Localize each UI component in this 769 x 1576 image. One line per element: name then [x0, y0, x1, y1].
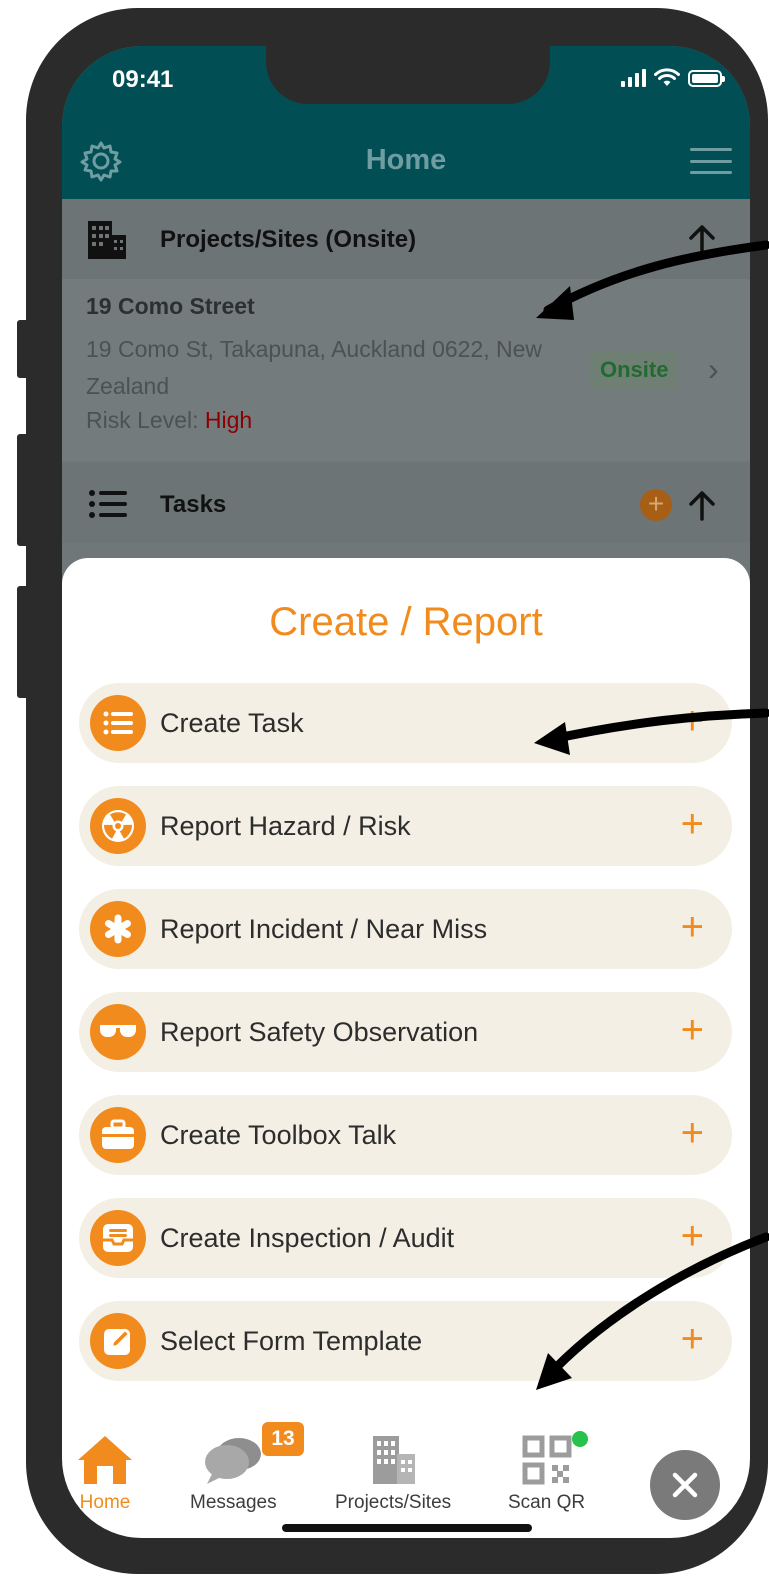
asterisk-icon: [90, 901, 146, 957]
action-label: Create Toolbox Talk: [160, 1119, 397, 1150]
action-label: Report Incident / Near Miss: [160, 913, 488, 944]
home-indicator: [282, 1524, 532, 1532]
status-time: 09:41: [112, 66, 174, 93]
list-icon: [89, 490, 127, 518]
toolbox-icon: [90, 1107, 146, 1163]
tab-projects[interactable]: Projects/Sites: [335, 1434, 451, 1514]
tab-label: Home: [79, 1492, 131, 1513]
create-task-button[interactable]: Create Task +: [79, 683, 732, 763]
action-label: Report Safety Observation: [160, 1016, 479, 1047]
plus-icon: +: [680, 905, 704, 949]
list-icon: [90, 695, 146, 751]
sheet-title: Create / Report: [269, 600, 543, 644]
collapse-arrow-icon[interactable]: [684, 221, 720, 257]
tab-label: Projects/Sites: [335, 1492, 452, 1513]
tab-home[interactable]: Home: [76, 1434, 134, 1514]
close-icon: [672, 1472, 698, 1498]
plus-icon: +: [680, 1214, 704, 1258]
site-card[interactable]: 19 Como Street 19 Como St, Takapuna, Auc…: [62, 279, 750, 461]
report-safety-observation-button[interactable]: Report Safety Observation +: [79, 992, 732, 1072]
site-name: 19 Como Street: [86, 293, 255, 319]
app-header: 09:41 Home: [62, 46, 750, 199]
risk-label: Risk Level:: [86, 407, 199, 433]
plus-icon: +: [680, 1008, 704, 1052]
qr-icon: [522, 1435, 572, 1485]
status-dot: [572, 1431, 588, 1447]
onsite-badge: Onsite: [590, 351, 679, 389]
plus-icon: +: [680, 1317, 704, 1361]
inbox-icon: [90, 1210, 146, 1266]
select-form-template-button[interactable]: Select Form Template +: [79, 1301, 732, 1381]
site-risk: Risk Level: High: [86, 407, 252, 434]
glasses-icon: [90, 1004, 146, 1060]
home-icon: [78, 1436, 132, 1484]
tab-label: Scan QR: [508, 1492, 586, 1513]
tasks-title: Tasks: [160, 491, 227, 518]
edit-icon: [90, 1313, 146, 1369]
action-label: Create Task: [160, 707, 304, 738]
plus-icon: +: [680, 802, 704, 846]
create-report-sheet: Create / Report Create Task + Report Haz…: [62, 558, 750, 1538]
add-task-icon[interactable]: +: [640, 489, 672, 521]
building-icon: [88, 221, 126, 259]
action-label: Create Inspection / Audit: [160, 1222, 455, 1253]
chat-icon: [205, 1438, 262, 1484]
battery-icon: [688, 69, 725, 87]
projects-title: Projects/Sites (Onsite): [160, 226, 417, 253]
hamburger-icon[interactable]: [690, 148, 732, 174]
messages-badge: 13: [262, 1422, 304, 1456]
radiation-icon: [90, 798, 146, 854]
site-address: 19 Como St, Takapuna, Auckland 0622, New…: [86, 336, 543, 399]
create-inspection-button[interactable]: Create Inspection / Audit +: [79, 1198, 732, 1278]
page-title: Home: [365, 144, 447, 176]
wifi-icon: [654, 68, 680, 86]
risk-value: High: [204, 407, 253, 433]
collapse-arrow-icon[interactable]: [684, 487, 720, 523]
notch: [266, 46, 550, 104]
building-icon: [373, 1436, 416, 1484]
phone-screen: 09:41 Home Projects/Sites (Onsite) 19 Co…: [62, 46, 750, 1538]
plus-icon: +: [680, 1111, 704, 1155]
tab-scan-qr[interactable]: Scan QR: [508, 1434, 585, 1514]
action-label: Select Form Template: [160, 1325, 423, 1356]
close-button[interactable]: [650, 1450, 720, 1520]
status-icons: [621, 68, 725, 88]
tasks-section-header[interactable]: Tasks +: [62, 463, 750, 543]
report-hazard-button[interactable]: Report Hazard / Risk +: [79, 786, 732, 866]
chevron-right-icon[interactable]: ›: [708, 351, 719, 388]
create-toolbox-talk-button[interactable]: Create Toolbox Talk +: [79, 1095, 732, 1175]
tab-label: Messages: [190, 1492, 277, 1513]
plus-icon: +: [680, 699, 704, 743]
report-incident-button[interactable]: Report Incident / Near Miss +: [79, 889, 732, 969]
projects-section-header[interactable]: Projects/Sites (Onsite): [62, 199, 750, 279]
action-label: Report Hazard / Risk: [160, 810, 411, 841]
signal-icon: [621, 69, 646, 87]
